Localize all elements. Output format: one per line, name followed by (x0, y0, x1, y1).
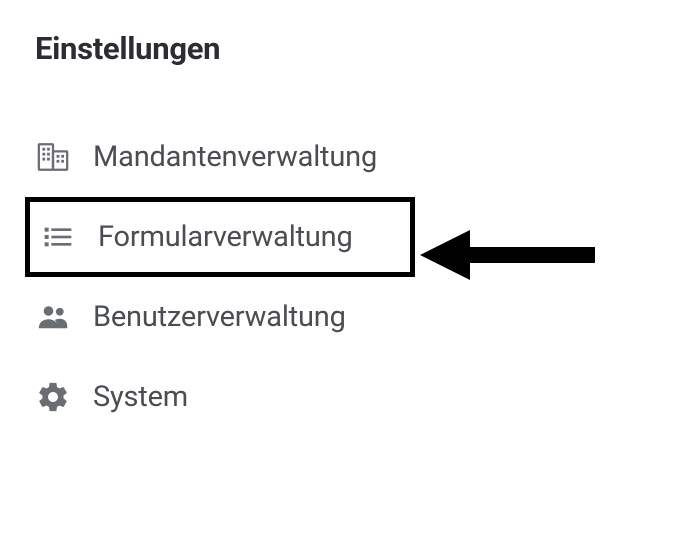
gear-icon (35, 379, 71, 415)
menu-item-label: Formularverwaltung (98, 220, 353, 254)
building-icon (35, 139, 71, 175)
menu-item-mandantenverwaltung[interactable]: Mandantenverwaltung (35, 117, 646, 197)
menu-item-formularverwaltung[interactable]: Formularverwaltung (25, 197, 415, 277)
menu-item-label: Mandantenverwaltung (93, 140, 377, 174)
users-icon (35, 299, 71, 335)
menu-item-label: Benutzerverwaltung (93, 300, 346, 334)
list-icon (40, 219, 76, 255)
menu-item-label: System (93, 380, 188, 414)
menu-item-benutzerverwaltung[interactable]: Benutzerverwaltung (35, 277, 646, 357)
annotation-arrow (420, 225, 595, 285)
page-title: Einstellungen (35, 30, 646, 67)
menu-item-system[interactable]: System (35, 357, 646, 437)
